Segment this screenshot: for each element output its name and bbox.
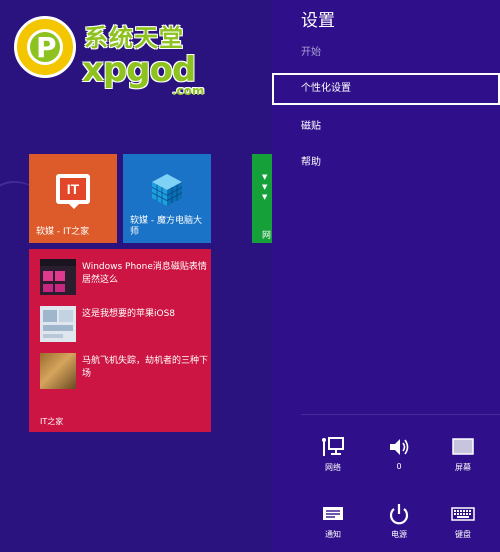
settings-help[interactable]: 帮助 [272, 147, 500, 179]
power-label: 电源 [391, 530, 407, 539]
keyboard-button[interactable]: 键盘 [433, 503, 493, 547]
keyboard-icon [451, 507, 475, 521]
ithome-icon-text: IT [60, 178, 86, 200]
tile-mofang-label: 软媒 - 魔方电脑大师 [130, 216, 202, 237]
power-button[interactable]: 电源 [369, 503, 429, 547]
settings-charm: 设置 开始 个性化设置 磁贴 帮助 网络 0 屏幕 通知 电源 键盘 [272, 0, 500, 552]
cube-icon [151, 174, 183, 206]
news-title: 这是我想要的苹果iOS8 [82, 309, 176, 319]
network-label: 网络 [325, 463, 341, 472]
divider [301, 414, 500, 415]
news-thumbnail [40, 306, 76, 342]
news-item: 这是我想要的苹果iOS8 [40, 306, 208, 344]
volume-label: 0 [396, 462, 402, 471]
news-title: 马航飞机失踪，劫机者的三种下场 [82, 356, 209, 379]
tile-ithome[interactable]: IT 软媒 - IT之家 [29, 154, 117, 243]
arrow-down-icon: ▼ ▼ ▼ [262, 173, 268, 201]
notification-icon [323, 507, 343, 520]
tile-green-label: 网 [262, 231, 272, 241]
start-screen: P 系统天堂 xpgod .com IT 软媒 - IT之家 软媒 - 魔方电脑… [0, 0, 272, 552]
tile-ithome-news[interactable]: Windows Phone消息磁贴表情居然这么 这是我想要的苹果iOS8 马航飞… [29, 249, 211, 432]
tile-news-label: IT之家 [40, 417, 64, 426]
tile-green-partial[interactable]: ▼ ▼ ▼ 网 [252, 154, 272, 243]
screen-icon [452, 438, 474, 455]
logo-letter: P [36, 31, 57, 64]
keyboard-label: 键盘 [455, 530, 471, 539]
tile-mofang[interactable]: 软媒 - 魔方电脑大师 [123, 154, 211, 243]
screen-button[interactable]: 屏幕 [433, 436, 493, 480]
settings-tiles[interactable]: 磁贴 [272, 111, 500, 143]
logo-mark-icon: P [14, 16, 76, 78]
network-button[interactable]: 网络 [303, 436, 363, 480]
screen-label: 屏幕 [455, 463, 471, 472]
tile-ithome-label: 软媒 - IT之家 [36, 227, 90, 237]
charm-title: 设置 [301, 11, 335, 31]
news-item: Windows Phone消息磁贴表情居然这么 [40, 259, 208, 297]
ithome-icon: IT [56, 174, 90, 209]
logo-cn-text: 系统天堂 [84, 24, 184, 52]
settings-personalize[interactable]: 个性化设置 [272, 73, 500, 105]
logo-domain-suffix: .com [172, 84, 205, 98]
volume-icon [390, 439, 409, 455]
notifications-label: 通知 [325, 530, 341, 539]
charm-subtitle: 开始 [301, 47, 321, 58]
watermark-logo: P 系统天堂 xpgod .com [14, 16, 214, 98]
news-thumbnail [40, 259, 76, 295]
notifications-button[interactable]: 通知 [303, 503, 363, 547]
news-title: Windows Phone消息磁贴表情居然这么 [82, 262, 207, 285]
network-icon [322, 437, 344, 456]
power-icon [389, 504, 409, 525]
news-thumbnail [40, 353, 76, 389]
volume-button[interactable]: 0 [369, 436, 429, 480]
news-item: 马航飞机失踪，劫机者的三种下场 [40, 353, 208, 391]
